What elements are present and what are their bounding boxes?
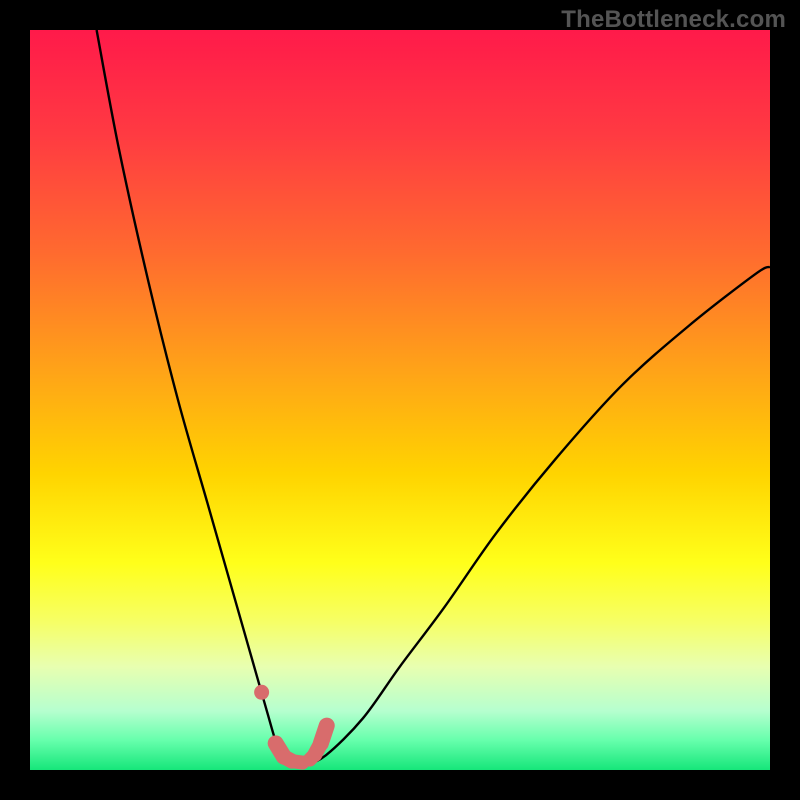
marker-joint (314, 736, 328, 750)
heat-background (30, 30, 770, 770)
marker-dot (254, 685, 269, 700)
watermark-text: TheBottleneck.com (561, 6, 786, 34)
chart-frame: TheBottleneck.com (0, 0, 800, 800)
plot-area (30, 30, 770, 770)
chart-svg (30, 30, 770, 770)
marker-joint (295, 756, 309, 770)
